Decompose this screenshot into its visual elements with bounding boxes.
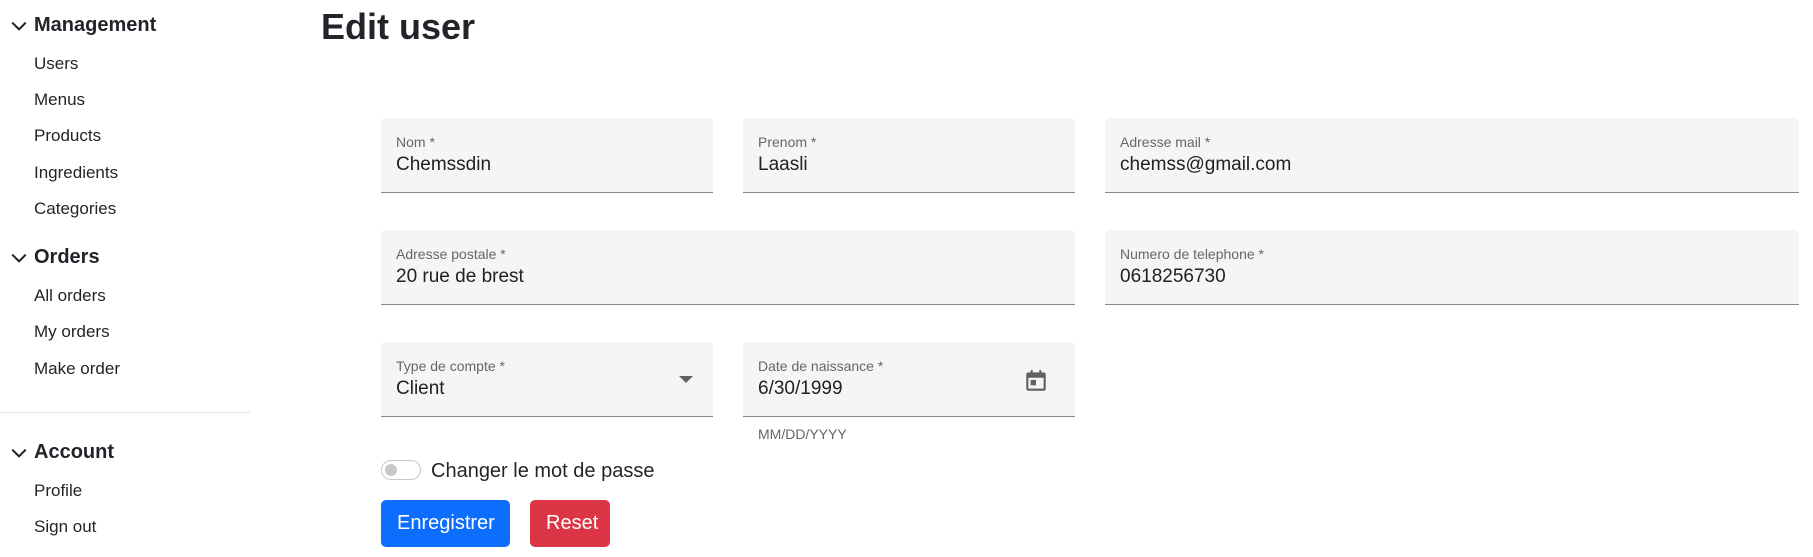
date-format-hint: MM/DD/YYYY <box>758 426 847 442</box>
save-button[interactable]: Enregistrer <box>381 500 510 547</box>
prenom-field[interactable]: Prenom * Laasli <box>743 118 1075 193</box>
date-naissance-field[interactable]: Date de naissance * 6/30/1999 <box>743 342 1075 417</box>
date-naissance-value[interactable]: 6/30/1999 <box>758 378 1020 400</box>
toggle-knob <box>385 464 397 476</box>
sidebar-item-users[interactable]: Users <box>34 54 78 74</box>
prenom-value[interactable]: Laasli <box>758 154 1020 176</box>
section-title-management: Management <box>34 14 157 36</box>
calendar-icon[interactable] <box>1023 368 1049 394</box>
sidebar: Management Users Menus Products Ingredie… <box>0 0 250 557</box>
sidebar-item-menus[interactable]: Menus <box>34 90 85 110</box>
sidebar-item-sign-out[interactable]: Sign out <box>34 517 96 537</box>
nom-label: Nom * <box>396 134 435 150</box>
email-field[interactable]: Adresse mail * chemss@gmail.com <box>1105 118 1799 193</box>
telephone-field[interactable]: Numero de telephone * 0618256730 <box>1105 230 1799 305</box>
change-password-label[interactable]: Changer le mot de passe <box>431 460 654 483</box>
reset-button[interactable]: Reset <box>530 500 610 547</box>
chevron-down-icon <box>11 21 27 31</box>
adresse-postale-value[interactable]: 20 rue de brest <box>396 266 1020 288</box>
prenom-label: Prenom * <box>758 134 817 150</box>
sidebar-item-ingredients[interactable]: Ingredients <box>34 163 118 183</box>
nom-value[interactable]: Chemssdin <box>396 154 658 176</box>
adresse-postale-label: Adresse postale * <box>396 246 506 262</box>
telephone-label: Numero de telephone * <box>1120 246 1264 262</box>
email-label: Adresse mail * <box>1120 134 1211 150</box>
chevron-down-icon <box>11 253 27 263</box>
sidebar-item-profile[interactable]: Profile <box>34 481 82 501</box>
section-header-account[interactable]: Account <box>10 441 114 464</box>
page-title: Edit user <box>321 6 476 47</box>
type-compte-value: Client <box>396 378 445 399</box>
type-compte-label: Type de compte * <box>396 358 505 374</box>
email-value[interactable]: chemss@gmail.com <box>1120 154 1744 176</box>
section-title-orders: Orders <box>34 246 100 268</box>
section-title-account: Account <box>34 441 114 463</box>
type-compte-select[interactable]: Type de compte * Client <box>381 342 713 417</box>
sidebar-item-products[interactable]: Products <box>34 126 101 146</box>
section-header-management[interactable]: Management <box>10 14 156 37</box>
sidebar-item-my-orders[interactable]: My orders <box>34 322 110 342</box>
nom-field[interactable]: Nom * Chemssdin <box>381 118 713 193</box>
sidebar-item-categories[interactable]: Categories <box>34 199 116 219</box>
telephone-value[interactable]: 0618256730 <box>1120 266 1744 288</box>
chevron-down-icon <box>11 448 27 458</box>
sidebar-item-all-orders[interactable]: All orders <box>34 286 106 306</box>
section-header-orders[interactable]: Orders <box>10 246 100 269</box>
date-naissance-label: Date de naissance * <box>758 358 884 374</box>
sidebar-divider <box>0 412 250 413</box>
sidebar-item-make-order[interactable]: Make order <box>34 359 120 379</box>
change-password-toggle[interactable] <box>381 460 421 480</box>
dropdown-arrow-icon <box>679 376 693 383</box>
adresse-postale-field[interactable]: Adresse postale * 20 rue de brest <box>381 230 1075 305</box>
